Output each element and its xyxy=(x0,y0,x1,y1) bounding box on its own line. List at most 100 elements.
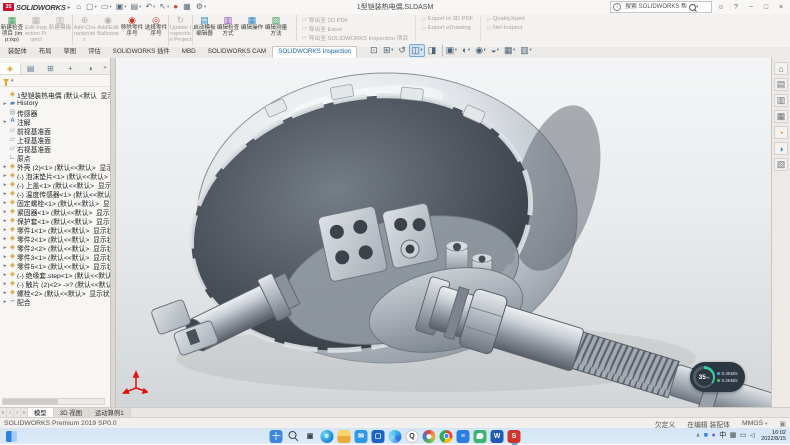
tree-item[interactable]: ▸ ◈ 外壳 (2)<1> (默认<<默认>_显示状 xyxy=(0,162,110,171)
mail-icon[interactable]: ✉ xyxy=(355,430,368,443)
edit-appearance-icon[interactable]: ◒▾ xyxy=(489,44,501,57)
tree-item[interactable]: ▸ ◈ 零件3<1> (默认<<默认>_显示状态 xyxy=(0,252,110,261)
tab-overflow-icon[interactable]: » xyxy=(100,65,110,71)
tree-item[interactable]: ▱ 右视基准面 xyxy=(0,144,110,153)
help-button[interactable]: ? xyxy=(730,4,742,11)
tree-item[interactable]: ▸ ◈ 零件2<2> (默认<<默认>_显示状态 xyxy=(0,243,110,252)
tree-item[interactable]: ▸ ◈ 紧固器<1> (默认<<默认>_显示状态 xyxy=(0,207,110,216)
configuration-manager-tab-icon[interactable]: ⊞ xyxy=(41,63,61,74)
taskbar-clock[interactable]: 16:02 2022/8/15 xyxy=(761,430,786,443)
previous-view-icon[interactable]: ↺ xyxy=(396,44,408,57)
graphics-viewport[interactable]: 35% 0.3KB/s 0.2KB/s xyxy=(116,58,771,407)
options-gear-icon[interactable]: ⚙▾ xyxy=(194,1,207,13)
network-display-icon[interactable]: ▭ xyxy=(740,429,747,443)
sw-resources-icon[interactable]: ▤ xyxy=(774,78,788,91)
tree-item[interactable]: ▸ ◈ 零件2<1> (默认<<默认>_显示状态 xyxy=(0,234,110,243)
tree-item[interactable]: ▱ 上视基准面 xyxy=(0,135,110,144)
tree-item[interactable]: ∟ 原点 xyxy=(0,153,110,162)
tab-sketch[interactable]: 草图 xyxy=(57,46,82,58)
solidworks-app-icon[interactable]: S xyxy=(508,430,521,443)
tree-root-assembly[interactable]: ◈ 1型铠装热电偶 (默认<默认_显示状态-1 xyxy=(0,90,110,99)
new-file-icon[interactable]: ▢▾ xyxy=(85,1,99,13)
select-balloons-button[interactable]: ◎ 选择零件序号 xyxy=(144,15,168,45)
add-characteristic-button[interactable]: ⊕ Add Characteristic xyxy=(72,15,96,45)
tab-evaluate[interactable]: 评估 xyxy=(82,46,107,58)
network-monitor-overlay[interactable]: 35% 0.3KB/s 0.2KB/s xyxy=(690,362,745,392)
help-search-box[interactable]: i ▾ xyxy=(610,1,712,13)
driver-tray-icon[interactable]: ● xyxy=(712,429,716,443)
apply-scene-icon[interactable]: ▦▾ xyxy=(502,44,517,57)
tree-item[interactable]: ▸ ◈ 保护套<1> (默认<<默认>_显示状态 xyxy=(0,216,110,225)
open-file-icon[interactable]: ▭▾ xyxy=(99,1,113,13)
update-inspection-project-button[interactable]: ↻ Update Inspection Project xyxy=(168,15,192,45)
tree-filter-bar[interactable]: ▾ xyxy=(0,75,110,87)
widgets-icon[interactable] xyxy=(6,431,17,442)
tree-item[interactable]: ▸ ∽ 配合 xyxy=(0,297,110,306)
panel-horizontal-scrollbar[interactable] xyxy=(2,398,105,405)
reader-icon[interactable]: ≡ xyxy=(457,430,470,443)
zoom-fit-icon[interactable]: ⊡ xyxy=(368,44,380,57)
help-search-input[interactable] xyxy=(623,3,689,11)
edit-inspection-project-button[interactable]: ▦ Edit Inspection Project xyxy=(24,15,48,45)
login-button[interactable]: ☺ xyxy=(715,4,727,11)
view-settings-icon[interactable]: ▥▾ xyxy=(518,44,533,57)
file-explorer-pane-icon[interactable]: ▦ xyxy=(774,110,788,123)
filter-caret-icon[interactable]: ▾ xyxy=(11,78,14,84)
export-menu-item[interactable]: ▱ 导出至 Excel xyxy=(302,24,408,32)
task-view-icon[interactable]: ▣ xyxy=(304,430,317,443)
start-icon[interactable] xyxy=(270,430,283,443)
tree-item[interactable]: ▱ 前视基准面 xyxy=(0,126,110,135)
tree-item[interactable]: ▸ ◈ (-) 触片 (2)<2> ->? (默认<<默认 xyxy=(0,279,110,288)
edit-inspection-methods-button[interactable]: ▥ 编辑检查方式 xyxy=(216,15,240,45)
export-menu-item[interactable]: ▱ 导出至 2D PDF xyxy=(302,15,408,23)
search-caret-icon[interactable]: ▾ xyxy=(696,4,698,10)
tree-item[interactable]: ▸ ◈ 零件5<1> (默认<<默认>_显示状态 xyxy=(0,261,110,270)
chrome-icon[interactable] xyxy=(440,430,453,443)
export-menu-item[interactable]: ▱ 导出至 SOLIDWORKS Inspection 项目 xyxy=(302,33,408,41)
browser-360-icon[interactable] xyxy=(423,430,436,443)
logo-expand-caret-icon[interactable]: ▸ xyxy=(68,4,71,11)
restore-button[interactable]: □ xyxy=(760,4,772,11)
search-magnifier-icon[interactable] xyxy=(689,4,696,11)
scrollbar-thumb[interactable] xyxy=(3,399,58,404)
tree-item[interactable]: ▸ ◈ (-) 绝缘套.step<1> (默认<<默认> xyxy=(0,270,110,279)
save-icon[interactable]: ▣▾ xyxy=(114,1,128,13)
close-button[interactable]: × xyxy=(775,4,787,11)
tree-item[interactable]: ▸ ◈ 固定螺栓<1> (默认<<默认>_显示状 xyxy=(0,198,110,207)
tab-mbd[interactable]: MBD xyxy=(176,46,202,58)
select-cursor-icon[interactable]: ↖▾ xyxy=(158,1,171,13)
section-view-icon[interactable]: ◫▾ xyxy=(409,44,424,57)
dynamic-annotation-icon[interactable]: ◨ xyxy=(426,44,439,57)
custom-properties-icon[interactable]: ▧ xyxy=(774,158,788,171)
word-icon[interactable]: W xyxy=(491,430,504,443)
tree-item[interactable]: ▸ ▰ History xyxy=(0,99,110,108)
new-template-button[interactable]: ▥ 新建模板 xyxy=(48,15,72,45)
tree-item[interactable]: ▸ ◈ (-) 上盖<1> (默认<<默认>_显示状 xyxy=(0,180,110,189)
export-menu-item[interactable]: ▱ Net-Inspect xyxy=(486,24,525,32)
zoom-area-icon[interactable]: ⊞▾ xyxy=(381,44,395,57)
tree-item[interactable]: ◎ 传感器 xyxy=(0,108,110,117)
security-tray-icon[interactable]: ■ xyxy=(704,429,708,443)
store-icon[interactable]: ▢ xyxy=(372,430,385,443)
featuremanager-tree-tab-icon[interactable]: ◈ xyxy=(0,63,21,74)
print-icon[interactable]: ▤▾ xyxy=(129,1,143,13)
view-palette-icon[interactable]: ◔ xyxy=(774,126,788,139)
hide-show-items-icon[interactable]: ◉▾ xyxy=(473,44,488,57)
display-style-icon[interactable]: ◐▾ xyxy=(460,44,472,57)
display-settings-icon[interactable]: ▦ xyxy=(182,1,194,13)
launch-template-editor-button[interactable]: ▤ 启动模板编辑器 xyxy=(192,15,216,45)
new-inspection-project-button[interactable]: ▦ 新建检查项目 (imp;ixp) xyxy=(0,15,24,45)
home-icon[interactable]: ⌂ xyxy=(75,1,84,13)
propertymanager-tab-icon[interactable]: ▤ xyxy=(21,63,41,74)
appearances-scenes-icon[interactable]: ◑ xyxy=(774,142,788,155)
rebuild-traffic-light-icon[interactable]: ● xyxy=(172,1,181,13)
tree-item[interactable]: ▸ ◈ (-) 泡沫垫片<1> (默认<<默认>_显 xyxy=(0,171,110,180)
edit-operations-button[interactable]: ▦ 编辑操作 xyxy=(240,15,264,45)
dimxpert-tab-icon[interactable]: + xyxy=(60,63,80,74)
wechat-icon[interactable] xyxy=(474,430,487,443)
tree-item[interactable]: ▸ ◈ 零件1<1> (默认<<默认>_显示状态 xyxy=(0,225,110,234)
tab-layout[interactable]: 布局 xyxy=(33,46,58,58)
tab-sw-cam[interactable]: SOLIDWORKS CAM xyxy=(202,46,272,58)
tree-item[interactable]: ▸ ◈ (-) 温度传感器<1> (默认<<默认>_ xyxy=(0,189,110,198)
tree-item[interactable]: ▸ ◈ 螺栓<2> (默认<<默认>_显示状态 xyxy=(0,288,110,297)
